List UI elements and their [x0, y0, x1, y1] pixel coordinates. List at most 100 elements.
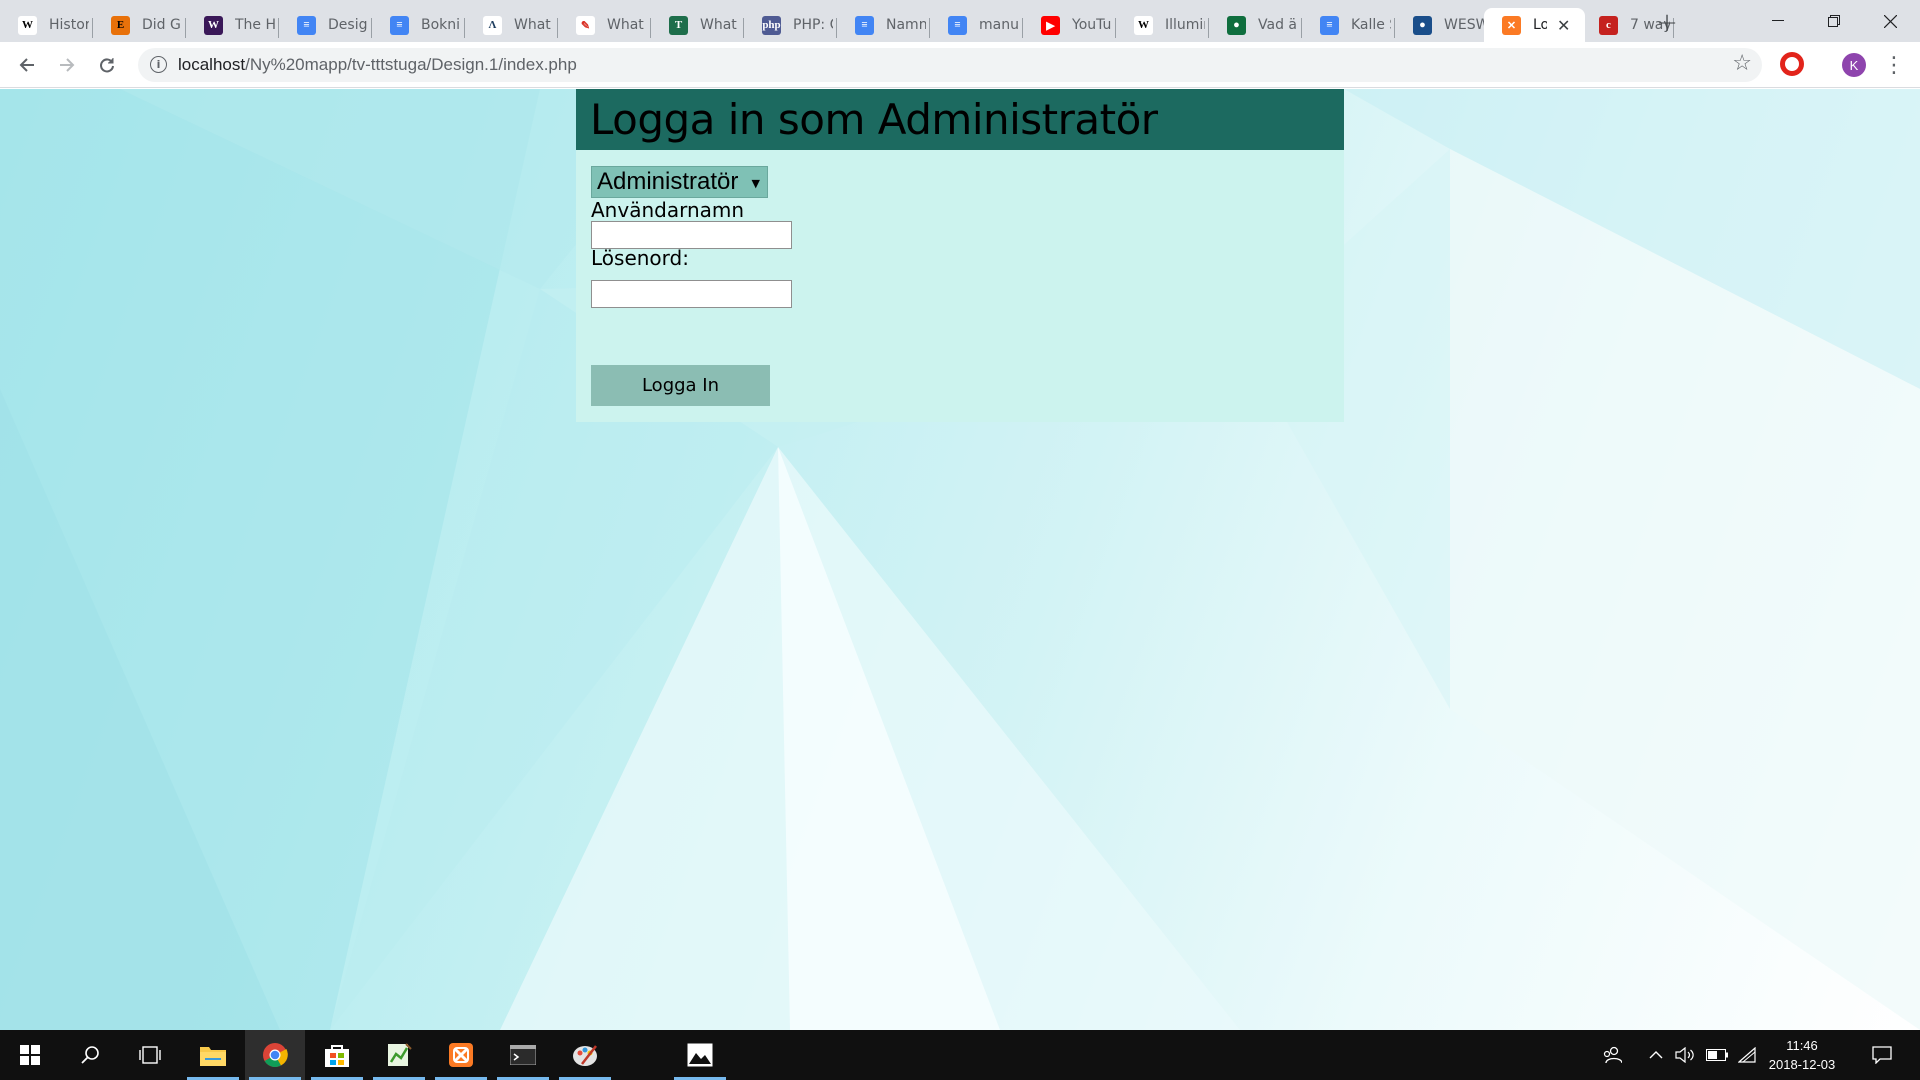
minimize-icon	[1772, 20, 1784, 21]
close-window-button[interactable]	[1862, 0, 1918, 42]
role-dropdown[interactable]: Administratör ▼	[591, 166, 768, 198]
people-icon[interactable]	[1598, 1030, 1626, 1080]
paint-button[interactable]	[555, 1030, 615, 1080]
orange-e-icon: E	[111, 15, 130, 35]
browser-tab[interactable]: ≡ Desig	[279, 8, 372, 42]
chrome-icon	[263, 1043, 288, 1068]
google-docs-icon: ≡	[390, 15, 409, 35]
terminal-button[interactable]	[493, 1030, 553, 1080]
password-label: Lösenord:	[591, 246, 689, 270]
tab-title: Did G	[142, 17, 181, 33]
youtube-icon: ▶	[1041, 15, 1060, 35]
battery-icon[interactable]	[1704, 1030, 1730, 1080]
tab-strip: W Histor E Did G W The H ≡ Desig ≡ Boknin Λ What ✎ Wh…	[0, 0, 1920, 42]
windows-taskbar: 11:46 2018-12-03	[0, 1030, 1920, 1080]
clock-time: 11:46	[1786, 1038, 1818, 1053]
tab-title: Boknin	[421, 17, 461, 33]
tab-title: Vad är	[1258, 17, 1298, 33]
task-view-button[interactable]	[120, 1030, 180, 1080]
browser-tab[interactable]: T What	[651, 8, 744, 42]
classroom-icon: ●	[1227, 15, 1246, 35]
volume-icon[interactable]	[1672, 1030, 1698, 1080]
xampp-icon	[449, 1043, 473, 1067]
taskbar-clock[interactable]: 11:46 2018-12-03	[1762, 1036, 1842, 1074]
browser-tab[interactable]: ✕ Lo ✕	[1484, 8, 1585, 42]
back-button[interactable]	[12, 50, 42, 80]
minimize-button[interactable]	[1750, 0, 1806, 42]
folder-icon	[200, 1047, 226, 1066]
back-arrow-icon	[19, 58, 34, 72]
browser-tab[interactable]: ▶ YouTu	[1023, 8, 1116, 42]
bookmark-star-icon[interactable]: ☆	[1732, 51, 1752, 76]
opera-extension-icon[interactable]	[1780, 52, 1804, 76]
new-tab-button[interactable]: +	[1652, 8, 1682, 38]
red-circle-icon: c	[1599, 15, 1618, 35]
reload-icon	[100, 58, 114, 73]
restore-button[interactable]	[1806, 0, 1862, 42]
browser-tab[interactable]: ✎ What	[558, 8, 651, 42]
profile-avatar[interactable]: K	[1842, 53, 1866, 77]
tab-title: Namn	[886, 17, 926, 33]
store-bag-icon	[325, 1045, 349, 1067]
browser-tab[interactable]: ≡ manu	[930, 8, 1023, 42]
browser-menu-icon[interactable]: ⋮	[1883, 50, 1905, 80]
tab-title: What	[607, 17, 644, 33]
address-bar[interactable]: i localhost/Ny%20mapp/tv-tttstuga/Design…	[138, 48, 1762, 82]
tab-title: manu	[979, 17, 1019, 33]
close-tab-icon[interactable]: ✕	[1557, 16, 1570, 35]
chrome-button[interactable]	[245, 1030, 305, 1080]
tab-title: Lo	[1533, 17, 1547, 33]
browser-tab[interactable]: ≡ Namn	[837, 8, 930, 42]
browser-tab[interactable]: E Did G	[93, 8, 186, 42]
tab-title: What	[700, 17, 737, 33]
php-icon: php	[762, 15, 781, 35]
url-text: localhost/Ny%20mapp/tv-tttstuga/Design.1…	[178, 55, 577, 74]
browser-tab[interactable]: ● WESW	[1395, 8, 1488, 42]
reload-button[interactable]	[92, 50, 122, 80]
windows-logo-icon	[20, 1045, 40, 1065]
forward-button[interactable]	[52, 50, 82, 80]
google-docs-icon: ≡	[855, 15, 874, 35]
photos-button[interactable]	[670, 1030, 730, 1080]
password-field[interactable]	[591, 280, 792, 308]
google-docs-icon: ≡	[297, 15, 316, 35]
red-logo-icon: ✎	[576, 15, 595, 35]
classroom-blue-icon: ●	[1413, 15, 1432, 35]
tab-title: WESW	[1444, 17, 1484, 33]
terminal-icon	[510, 1045, 536, 1065]
browser-tab[interactable]: W Histor	[0, 8, 93, 42]
username-label: Användarnamn	[591, 198, 745, 222]
wifi-icon[interactable]	[1734, 1030, 1760, 1080]
store-button[interactable]	[307, 1030, 367, 1080]
username-field[interactable]	[591, 221, 792, 249]
chevron-up-icon[interactable]	[1644, 1030, 1668, 1080]
clock-date: 2018-12-03	[1768, 1057, 1836, 1072]
login-panel: Logga in som Administratör Administratör…	[576, 89, 1344, 422]
role-dropdown-value: Administratör	[597, 168, 739, 195]
green-app-button[interactable]	[369, 1030, 429, 1080]
action-center-icon[interactable]	[1864, 1030, 1900, 1080]
chevron-down-icon: ▼	[751, 177, 760, 190]
browser-tab[interactable]: ≡ Boknin	[372, 8, 465, 42]
xampp-icon: ✕	[1502, 15, 1521, 35]
panel-header: Logga in som Administratör	[576, 89, 1344, 150]
search-icon	[81, 1046, 99, 1064]
xampp-button[interactable]	[431, 1030, 491, 1080]
google-docs-icon: ≡	[1320, 15, 1339, 35]
browser-tab[interactable]: W Illumin	[1116, 8, 1209, 42]
site-info-icon[interactable]: i	[150, 56, 167, 73]
browser-tab[interactable]: php PHP: C	[744, 8, 837, 42]
restore-icon	[1828, 15, 1840, 27]
search-button[interactable]	[60, 1030, 120, 1080]
login-button[interactable]: Logga In	[591, 365, 770, 406]
google-docs-icon: ≡	[948, 15, 967, 35]
delta-icon: Λ	[483, 15, 502, 35]
tab-title: YouTu	[1072, 17, 1112, 33]
browser-tab[interactable]: ≡ Kalle S	[1302, 8, 1395, 42]
start-button[interactable]	[0, 1030, 60, 1080]
browser-tab[interactable]: ● Vad är	[1209, 8, 1302, 42]
browser-tab[interactable]: Λ What	[465, 8, 558, 42]
file-explorer-button[interactable]	[183, 1030, 243, 1080]
browser-tab[interactable]: W The H	[186, 8, 279, 42]
photos-icon	[687, 1043, 713, 1067]
